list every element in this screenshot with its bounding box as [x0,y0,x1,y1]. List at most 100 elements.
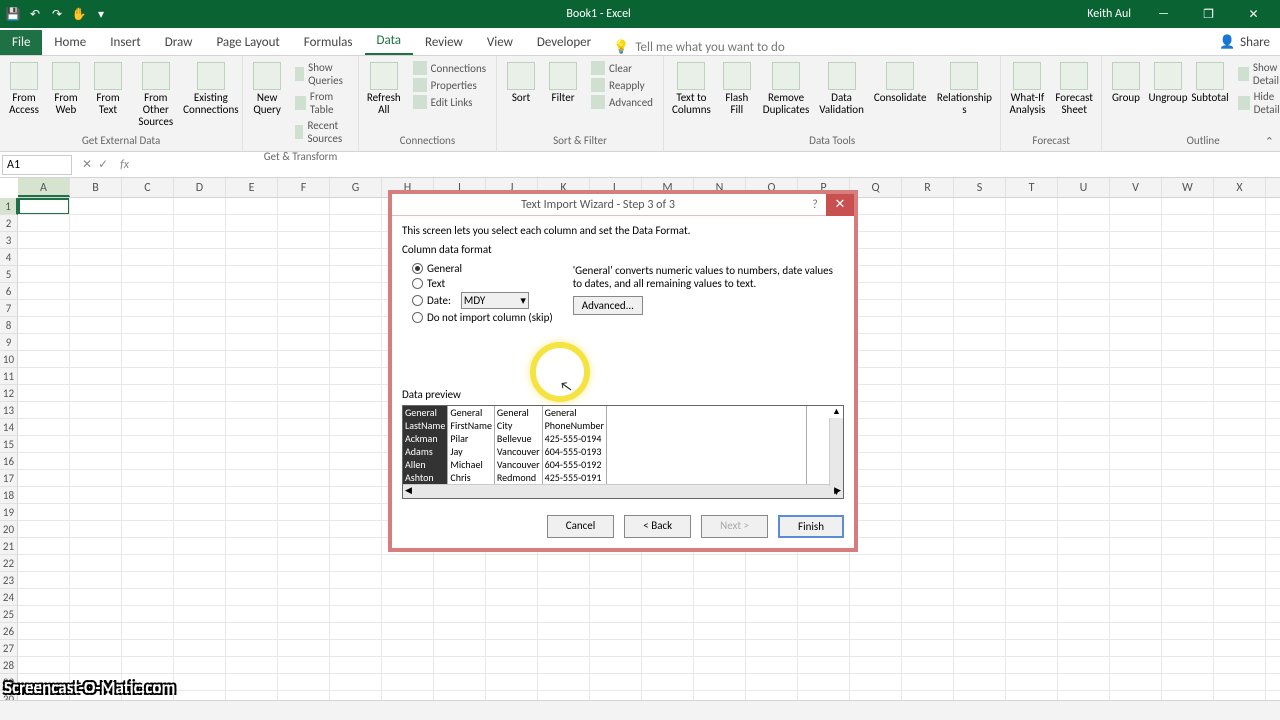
preview-cell[interactable]: Chris [448,471,495,484]
ribbon-text-to-columns[interactable]: Text to Columns [668,58,715,120]
ribbon-new-query[interactable]: New Query [247,58,287,120]
row-header[interactable]: 8 [0,317,18,334]
row-header[interactable]: 24 [0,589,18,606]
row-header[interactable]: 14 [0,419,18,436]
radio-date[interactable]: Date: MDY ▾ [412,292,553,309]
ribbon-consolidate[interactable]: Consolidate [870,58,931,108]
ribbon-show-queries[interactable]: Show Queries [291,60,352,88]
maximize-button[interactable]: ❐ [1186,0,1231,28]
preview-table[interactable]: GeneralGeneralGeneralGeneralLastNameFirs… [403,406,807,484]
ribbon-hide-detail[interactable]: Hide Detail [1234,89,1280,117]
preview-col-header[interactable]: General [403,406,448,419]
row-header[interactable]: 25 [0,606,18,623]
preview-scrollbar-v[interactable] [829,418,843,486]
row-header[interactable]: 19 [0,504,18,521]
row-header[interactable]: 3 [0,232,18,249]
collapse-ribbon-icon[interactable]: ⌃ [1265,135,1274,148]
row-header[interactable]: 16 [0,453,18,470]
ribbon-edit-links[interactable]: Edit Links [409,94,490,110]
preview-cell[interactable]: Ashton [403,471,448,484]
ribbon-advanced[interactable]: Advanced [587,94,657,110]
tab-insert[interactable]: Insert [98,30,153,55]
row-header[interactable]: 5 [0,266,18,283]
row-header[interactable]: 7 [0,300,18,317]
touch-mode-icon[interactable]: ✋ [70,5,88,23]
col-header-U[interactable]: U [1058,178,1110,197]
ribbon-from-table[interactable]: From Table [291,89,352,117]
col-header-F[interactable]: F [278,178,330,197]
ribbon-filter[interactable]: Filter [543,58,583,108]
row-header[interactable]: 9 [0,334,18,351]
ribbon-show-detail[interactable]: Show Detail [1234,60,1280,88]
row-header[interactable]: 23 [0,572,18,589]
ribbon-connections[interactable]: Connections [409,60,490,76]
col-header-B[interactable]: B [70,178,122,197]
ribbon-clear[interactable]: Clear [587,60,657,76]
ribbon-from-access[interactable]: From Access [4,58,44,120]
preview-cell[interactable]: 425-555-0194 [542,432,606,445]
finish-button[interactable]: Finish [778,515,844,538]
tab-draw[interactable]: Draw [153,30,205,55]
row-header[interactable]: 4 [0,249,18,266]
col-header-A[interactable]: A [18,178,70,197]
ribbon-from-text[interactable]: From Text [88,58,128,120]
tab-developer[interactable]: Developer [525,30,603,55]
name-box[interactable]: A1 [2,155,72,175]
row-header[interactable]: 26 [0,623,18,640]
ribbon-what-if-analysis[interactable]: What-If Analysis [1005,58,1049,120]
ribbon-from-other-sources[interactable]: From Other Sources [130,58,182,132]
tell-me[interactable]: 💡 Tell me what you want to do [613,40,785,55]
preview-cell[interactable]: Vancouver [494,445,542,458]
date-format-select[interactable]: MDY ▾ [461,292,529,309]
advanced-button[interactable]: Advanced... [573,296,643,315]
preview-cell[interactable]: FirstName [448,419,495,432]
tab-home[interactable]: Home [42,30,98,55]
cancel-button[interactable]: Cancel [547,515,615,538]
col-header-C[interactable]: C [122,178,174,197]
preview-col-header[interactable]: General [448,406,495,419]
col-header-V[interactable]: V [1110,178,1162,197]
cancel-formula-icon[interactable]: ✕ [82,157,92,172]
preview-col-header[interactable]: General [542,406,606,419]
ribbon-properties[interactable]: Properties [409,77,490,93]
ribbon-reapply[interactable]: Reapply [587,77,657,93]
preview-cell[interactable]: Adams [403,445,448,458]
preview-cell[interactable]: Redmond [494,471,542,484]
row-header[interactable]: 13 [0,402,18,419]
preview-cell[interactable]: City [494,419,542,432]
undo-icon[interactable]: ↶ [26,5,44,23]
tab-review[interactable]: Review [413,30,475,55]
preview-cell[interactable]: Vancouver [494,458,542,471]
enter-formula-icon[interactable]: ✓ [98,157,108,172]
qat-more-icon[interactable]: ▾ [92,5,110,23]
redo-icon[interactable]: ↷ [48,5,66,23]
row-header[interactable]: 1 [0,198,18,215]
preview-col-header[interactable]: General [494,406,542,419]
preview-cell[interactable]: Allen [403,458,448,471]
preview-cell[interactable]: Michael [448,458,495,471]
col-header-T[interactable]: T [1006,178,1058,197]
preview-cell[interactable]: 604-555-0193 [542,445,606,458]
close-button[interactable]: ✕ [1231,0,1276,28]
col-header-D[interactable]: D [174,178,226,197]
ribbon-ungroup[interactable]: Ungroup [1148,58,1188,108]
save-icon[interactable]: 💾 [4,5,22,23]
ribbon-remove-duplicates[interactable]: Remove Duplicates [759,58,813,120]
back-button[interactable]: < Back [624,515,691,538]
row-header[interactable]: 2 [0,215,18,232]
radio-text[interactable]: Text [412,277,553,290]
user-name[interactable]: Keith Aul [1087,7,1131,21]
ribbon-data-validation[interactable]: Data Validation [815,58,868,120]
col-header-G[interactable]: G [330,178,382,197]
tab-file[interactable]: File [0,30,42,55]
row-header[interactable]: 20 [0,521,18,538]
ribbon-group[interactable]: Group [1106,58,1146,108]
preview-cell[interactable]: Ackman [403,432,448,445]
row-header[interactable]: 10 [0,351,18,368]
minimize-button[interactable]: — [1141,0,1186,28]
ribbon-from-web[interactable]: From Web [46,58,86,120]
col-header-E[interactable]: E [226,178,278,197]
ribbon-existing-connections[interactable]: Existing Connections [184,58,239,120]
ribbon-subtotal[interactable]: Subtotal [1190,58,1230,108]
radio-general[interactable]: General [412,262,553,275]
